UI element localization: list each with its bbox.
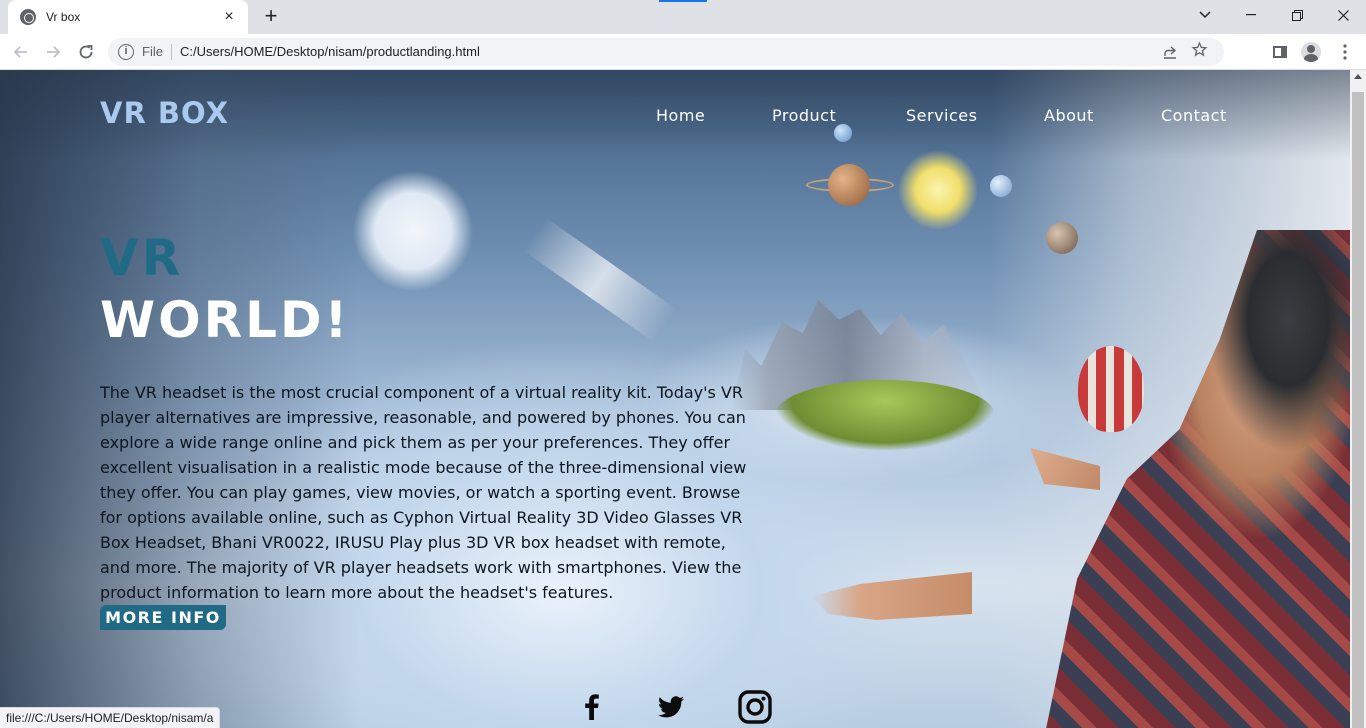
back-button[interactable] bbox=[10, 41, 32, 63]
hero-description: The VR headset is the most crucial compo… bbox=[100, 383, 747, 602]
restore-icon bbox=[1291, 9, 1303, 21]
scroll-up-arrow-icon[interactable] bbox=[1354, 74, 1362, 79]
nav-home[interactable]: Home bbox=[656, 106, 705, 125]
nav-product[interactable]: Product bbox=[772, 106, 836, 125]
profile-icon bbox=[1301, 42, 1321, 62]
brand-logo[interactable]: VR BOX bbox=[100, 96, 229, 130]
facebook-link[interactable] bbox=[580, 690, 604, 724]
planet-blue bbox=[990, 175, 1012, 197]
twitter-link[interactable] bbox=[656, 690, 686, 724]
star-icon[interactable] bbox=[1191, 41, 1208, 63]
close-window-button[interactable] bbox=[1320, 0, 1366, 30]
nav-about[interactable]: About bbox=[1044, 106, 1094, 125]
profile-button[interactable] bbox=[1301, 42, 1321, 62]
status-link-preview: file:///C:/Users/HOME/Desktop/nisam/a bbox=[0, 707, 221, 728]
hot-air-balloon bbox=[1078, 346, 1144, 432]
page-viewport: VR BOX Home Product Services About Conta… bbox=[0, 70, 1350, 728]
close-icon bbox=[1337, 9, 1349, 21]
forward-button[interactable] bbox=[42, 41, 64, 63]
scheme-label: File bbox=[142, 44, 163, 59]
planet-brown bbox=[1046, 222, 1078, 254]
tab-title: Vr box bbox=[46, 10, 81, 24]
instagram-icon bbox=[738, 690, 772, 724]
tab-search-button[interactable] bbox=[1182, 0, 1228, 30]
instagram-link[interactable] bbox=[738, 690, 772, 724]
url-text[interactable]: C:/Users/HOME/Desktop/nisam/productlandi… bbox=[180, 44, 480, 59]
arrow-left-icon bbox=[13, 46, 27, 58]
planet-saturn bbox=[828, 164, 870, 206]
planet-small bbox=[834, 124, 852, 142]
divider bbox=[171, 44, 172, 60]
twitter-icon bbox=[658, 696, 684, 718]
side-panel-button[interactable] bbox=[1270, 42, 1290, 62]
info-icon[interactable]: i bbox=[118, 44, 134, 60]
minimize-icon bbox=[1246, 14, 1256, 16]
chevron-down-icon bbox=[1199, 11, 1211, 19]
reload-button[interactable] bbox=[75, 41, 97, 63]
loading-indicator bbox=[659, 0, 707, 2]
person-hand-left bbox=[812, 572, 972, 620]
tab-close-icon[interactable]: × bbox=[220, 8, 238, 26]
browser-menu-button[interactable] bbox=[1335, 42, 1355, 62]
new-tab-button[interactable]: + bbox=[258, 4, 284, 30]
hero-title-line1: VR bbox=[100, 229, 184, 287]
hero-title-line2: WORLD! bbox=[100, 291, 351, 349]
side-panel-icon bbox=[1273, 46, 1287, 58]
scrollbar-thumb[interactable] bbox=[1352, 92, 1364, 728]
page-scrollbar[interactable] bbox=[1350, 70, 1366, 728]
arrow-right-icon bbox=[47, 46, 61, 58]
globe-icon bbox=[20, 9, 36, 25]
nav-contact[interactable]: Contact bbox=[1161, 106, 1227, 125]
tab-strip: Vr box × + bbox=[0, 0, 1366, 34]
nav-services[interactable]: Services bbox=[906, 106, 977, 125]
rocket-trail bbox=[522, 217, 678, 343]
browser-toolbar: i File C:/Users/HOME/Desktop/nisam/produ… bbox=[0, 34, 1366, 70]
address-bar[interactable]: i File C:/Users/HOME/Desktop/nisam/produ… bbox=[108, 38, 1224, 66]
facebook-icon bbox=[585, 694, 599, 720]
share-icon[interactable] bbox=[1162, 44, 1178, 63]
browser-tab[interactable]: Vr box × bbox=[8, 0, 248, 34]
kebab-menu-icon bbox=[1343, 44, 1347, 60]
floating-island bbox=[775, 380, 995, 450]
reload-icon bbox=[79, 45, 93, 59]
more-info-button[interactable]: MORE INFO bbox=[100, 605, 226, 630]
restore-button[interactable] bbox=[1274, 0, 1320, 30]
minimize-button[interactable] bbox=[1228, 0, 1274, 30]
